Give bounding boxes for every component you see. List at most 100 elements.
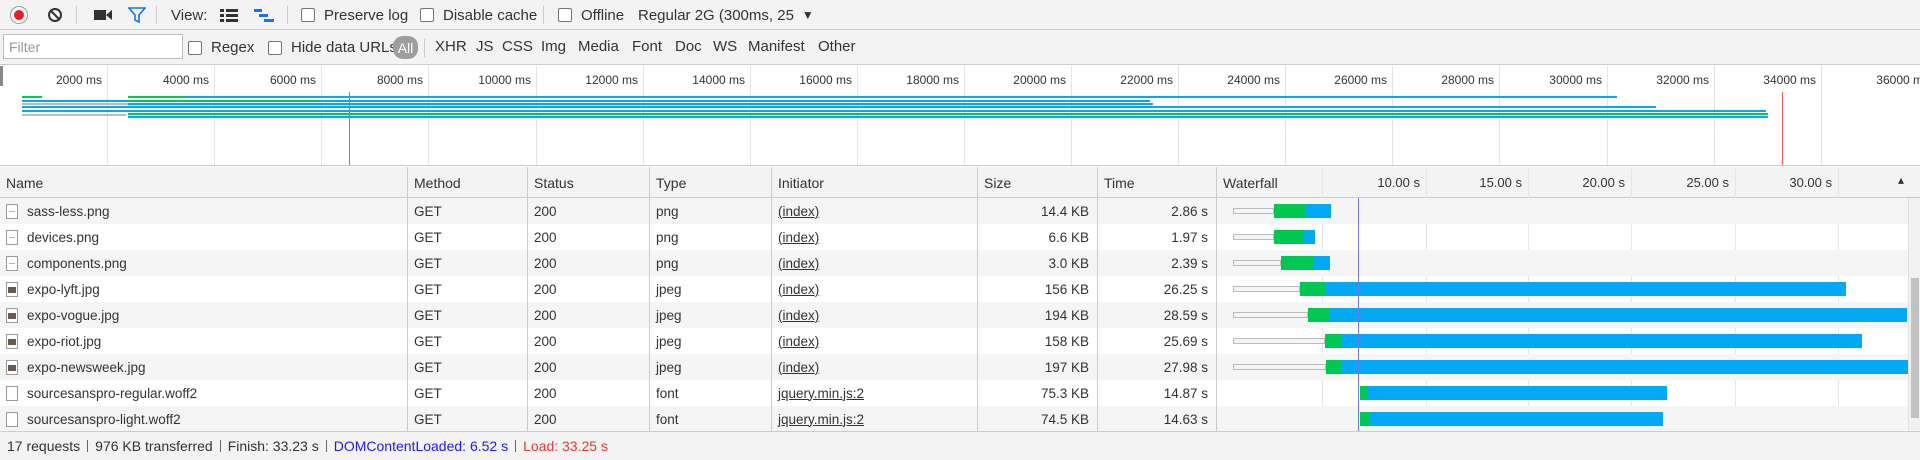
sort-arrow-icon[interactable]: ▴	[1898, 173, 1904, 187]
initiator-text[interactable]: (index)	[778, 256, 819, 271]
view-label: View:	[171, 6, 208, 24]
type-text: png	[656, 229, 679, 245]
cell-size: 158 KB	[977, 328, 1097, 354]
png-file-icon	[6, 255, 18, 271]
initiator-text[interactable]: (index)	[778, 204, 819, 219]
column-method[interactable]: Method	[407, 167, 527, 198]
column-type[interactable]: Type	[649, 167, 771, 198]
initiator-text[interactable]: (index)	[778, 360, 819, 375]
preserve-log-checkbox[interactable]: Preserve log	[301, 0, 408, 30]
time-text: 14.87 s	[1163, 385, 1208, 401]
initiator-text[interactable]: (index)	[778, 282, 819, 297]
type-filter-manifest[interactable]: Manifest	[748, 38, 805, 55]
waterfall-waiting-bar	[1274, 230, 1303, 244]
cell-size: 14.4 KB	[977, 198, 1097, 224]
table-row[interactable]: expo-lyft.jpg GET 200 jpeg (index) 156 KB 26.2…	[0, 276, 1908, 302]
table-row[interactable]: components.png GET 200 png (index) 3.0 KB 2.39…	[0, 250, 1908, 276]
type-filter-font[interactable]: Font	[632, 38, 662, 55]
offline-checkbox[interactable]: Offline	[558, 0, 624, 30]
overview-tick-label: 12000 ms	[585, 73, 638, 87]
status-text: 200	[534, 203, 557, 219]
table-row[interactable]: expo-riot.jpg GET 200 jpeg (index) 158 KB 25.6…	[0, 328, 1908, 354]
column-time[interactable]: Time	[1097, 167, 1216, 198]
type-filter-js[interactable]: JS	[476, 38, 494, 55]
cell-name: sass-less.png	[0, 198, 407, 224]
table-row[interactable]: sass-less.png GET 200 png (index) 14.4 KB 2.86…	[0, 198, 1908, 224]
table-row[interactable]: expo-newsweek.jpg GET 200 jpeg (index) 197 KB…	[0, 354, 1909, 380]
type-filter-img[interactable]: Img	[541, 38, 566, 55]
cell-size: 197 KB	[977, 354, 1097, 380]
table-row[interactable]: sourcesanspro-regular.woff2 GET 200 font jqu…	[0, 380, 1908, 406]
overview-toggle-button[interactable]	[254, 0, 274, 30]
cell-initiator[interactable]: (index)	[771, 302, 977, 328]
overview-tick-label: 24000 ms	[1227, 73, 1280, 87]
initiator-text[interactable]: (index)	[778, 334, 819, 349]
method-text: GET	[414, 229, 442, 245]
initiator-text[interactable]: (index)	[778, 308, 819, 323]
request-count: 17 requests	[7, 438, 81, 454]
time-text: 26.25 s	[1163, 281, 1208, 297]
filter-input[interactable]	[3, 34, 183, 59]
cell-time: 14.63 s	[1097, 406, 1216, 431]
large-rows-button[interactable]	[220, 0, 238, 30]
cell-initiator[interactable]: jquery.min.js:2	[771, 380, 977, 406]
type-filter-xhr[interactable]: XHR	[435, 38, 467, 55]
capture-screenshots-button[interactable]	[94, 0, 112, 30]
type-filter-ws[interactable]: WS	[713, 38, 737, 55]
initiator-text[interactable]: (index)	[778, 230, 819, 245]
cell-initiator[interactable]: (index)	[771, 250, 977, 276]
overview-tick-label: 32000 ms	[1656, 73, 1709, 87]
initiator-text[interactable]: jquery.min.js:2	[778, 386, 864, 401]
type-filter-other[interactable]: Other	[818, 38, 856, 55]
record-button[interactable]	[11, 0, 27, 30]
filter-toggle-button[interactable]	[128, 0, 146, 30]
cell-method: GET	[407, 354, 527, 380]
table-row[interactable]: expo-vogue.jpg GET 200 jpeg (index) 194 KB 28.…	[0, 302, 1908, 328]
status-text: 200	[534, 333, 557, 349]
time-text: 25.69 s	[1163, 333, 1208, 349]
cell-initiator[interactable]: (index)	[771, 198, 977, 224]
image-thumbnail-icon	[6, 359, 18, 375]
cell-initiator[interactable]: (index)	[771, 276, 977, 302]
status-text: 200	[534, 411, 557, 427]
cell-initiator[interactable]: (index)	[771, 224, 977, 250]
type-filter-all[interactable]: All	[393, 36, 418, 59]
disable-cache-checkbox[interactable]: Disable cache	[420, 0, 537, 30]
column-status[interactable]: Status	[527, 167, 649, 198]
cell-initiator[interactable]: (index)	[771, 354, 977, 380]
hide-data-urls-checkbox[interactable]: Hide data URLs	[268, 30, 397, 65]
column-name[interactable]: Name	[0, 167, 407, 198]
waterfall-download-bar	[1368, 386, 1667, 400]
type-filter-doc[interactable]: Doc	[675, 38, 702, 55]
vertical-scrollbar[interactable]	[1908, 198, 1920, 431]
overview-tick-label: 8000 ms	[376, 73, 423, 87]
table-row[interactable]: sourcesanspro-light.woff2 GET 200 font jquer…	[0, 406, 1908, 431]
name-text: sass-less.png	[27, 203, 110, 219]
type-filter-css[interactable]: CSS	[502, 38, 533, 55]
status-text: 200	[534, 281, 557, 297]
column-initiator[interactable]: Initiator	[771, 167, 977, 198]
transferred-size: 976 KB transferred	[95, 438, 213, 454]
clear-button[interactable]	[47, 0, 63, 30]
column-size[interactable]: Size	[977, 167, 1097, 198]
type-filter-media[interactable]: Media	[578, 38, 619, 55]
table-row[interactable]: devices.png GET 200 png (index) 6.6 KB 1.97 s	[0, 224, 1908, 250]
scrollbar-thumb[interactable]	[1911, 278, 1919, 418]
regex-checkbox[interactable]: Regex	[188, 30, 254, 65]
cell-initiator[interactable]: jquery.min.js:2	[771, 406, 977, 431]
network-overview[interactable]: 2000 ms 4000 ms 6000 ms 8000 ms 10000 ms 1200…	[0, 66, 1920, 166]
waterfall-waiting-bar	[1326, 360, 1342, 374]
throttling-select[interactable]: Regular 2G (300ms, 25 ▼	[638, 0, 814, 30]
video-camera-icon	[94, 10, 112, 20]
waterfall-label: Waterfall	[1223, 174, 1278, 191]
cell-name: expo-newsweek.jpg	[0, 354, 407, 380]
clear-icon	[48, 8, 62, 22]
overview-request-bar	[128, 103, 1153, 105]
cell-initiator[interactable]: (index)	[771, 328, 977, 354]
image-thumbnail-icon	[6, 333, 18, 349]
initiator-text[interactable]: jquery.min.js:2	[778, 412, 864, 427]
waterfall-waiting-bar	[1308, 308, 1329, 322]
overview-tick-label: 34000 ms	[1763, 73, 1816, 87]
checkbox-icon	[420, 8, 434, 22]
cell-type: jpeg	[649, 354, 771, 380]
